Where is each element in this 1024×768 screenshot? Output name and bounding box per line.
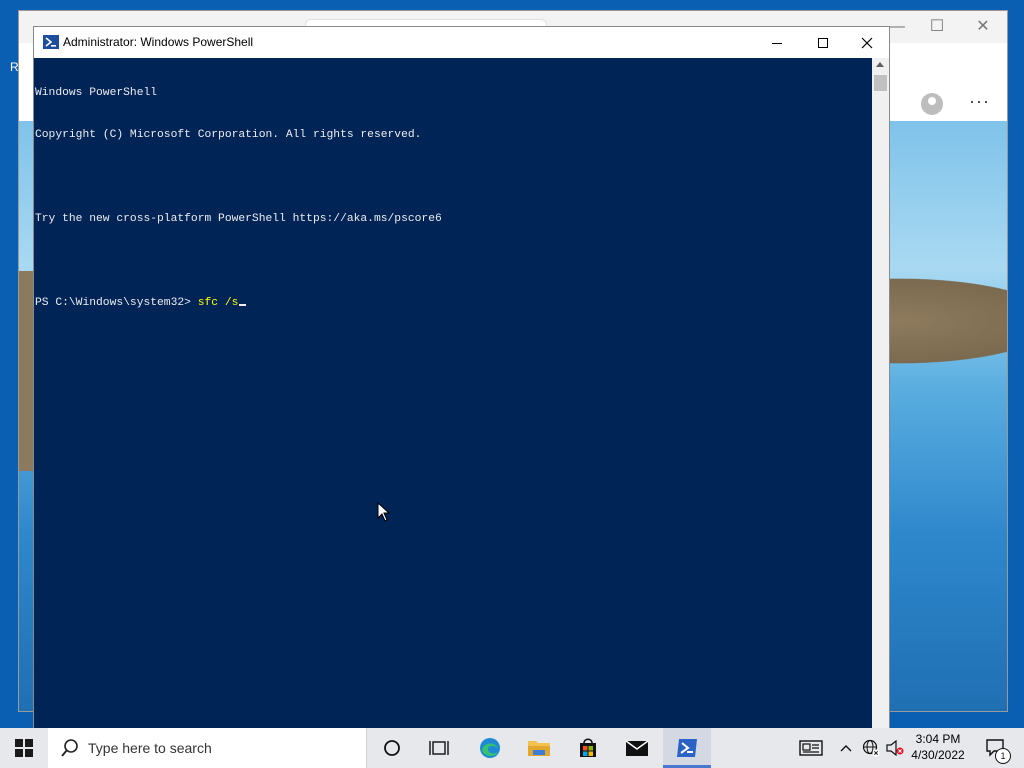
task-view-icon: [429, 741, 449, 755]
minimize-button[interactable]: [754, 27, 800, 58]
text-caret: [239, 304, 247, 306]
show-hidden-icons-button[interactable]: [836, 728, 856, 768]
action-center-button[interactable]: 1: [976, 728, 1016, 768]
windows-logo-icon: [15, 739, 33, 757]
close-icon: [861, 37, 873, 48]
powershell-titlebar[interactable]: Administrator: Windows PowerShell: [34, 27, 889, 58]
scroll-up-arrow-icon[interactable]: [876, 62, 884, 67]
more-options-button[interactable]: ···: [969, 91, 990, 112]
browser-minimize-button[interactable]: —: [887, 17, 907, 37]
window-title: Administrator: Windows PowerShell: [63, 35, 254, 49]
file-explorer-button[interactable]: [515, 728, 563, 768]
prompt-line[interactable]: PS C:\Windows\system32> sfc /s: [35, 296, 874, 310]
news-widget-button[interactable]: [794, 728, 828, 768]
edge-icon: [480, 738, 500, 758]
browser-close-button[interactable]: ✕: [973, 17, 993, 37]
scrollbar-thumb[interactable]: [874, 75, 887, 91]
powershell-window[interactable]: Administrator: Windows PowerShell Window…: [33, 26, 890, 736]
console-line: Try the new cross-platform PowerShell ht…: [35, 213, 442, 225]
clock[interactable]: 3:04 PM 4/30/2022: [906, 731, 970, 763]
microsoft-store-button[interactable]: [564, 728, 612, 768]
store-bag-icon: [580, 738, 596, 757]
command-input[interactable]: sfc /s: [198, 297, 239, 309]
clock-time: 3:04 PM: [915, 732, 961, 746]
volume-button[interactable]: [884, 728, 906, 768]
taskbar: Type here to search 3:04 PM 4/30/2022 1: [0, 728, 1024, 768]
mail-envelope-icon: [625, 740, 649, 756]
profile-avatar-icon[interactable]: [921, 93, 943, 115]
news-icon: [799, 740, 823, 756]
taskbar-search-box[interactable]: Type here to search: [48, 728, 367, 768]
notification-count-badge: 1: [995, 748, 1011, 764]
prompt-text: PS C:\Windows\system32>: [35, 297, 198, 309]
cortana-button[interactable]: [369, 728, 415, 768]
console-line: Windows PowerShell: [35, 87, 158, 99]
console-output[interactable]: Windows PowerShell Copyright (C) Microso…: [34, 58, 874, 735]
chevron-up-icon: [840, 745, 852, 752]
network-status-button[interactable]: [860, 728, 882, 768]
vertical-scrollbar[interactable]: [872, 58, 889, 735]
close-button[interactable]: [844, 27, 890, 58]
powershell-taskbar-button[interactable]: [663, 728, 711, 768]
search-icon: [61, 739, 78, 757]
minimize-icon: [772, 42, 782, 44]
network-globe-icon: [862, 739, 880, 757]
clock-date: 4/30/2022: [911, 748, 965, 762]
powershell-icon: [43, 35, 59, 49]
maximize-button[interactable]: [800, 27, 846, 58]
edge-browser-button[interactable]: [466, 728, 514, 768]
mail-button[interactable]: [613, 728, 661, 768]
powershell-taskbar-icon: [677, 739, 697, 757]
volume-muted-icon: [886, 740, 904, 756]
console-line: Copyright (C) Microsoft Corporation. All…: [35, 129, 422, 141]
mouse-pointer-icon: [377, 502, 391, 522]
search-placeholder: Type here to search: [88, 740, 212, 756]
folder-icon: [528, 741, 550, 756]
start-button[interactable]: [0, 728, 48, 768]
task-view-button[interactable]: [416, 728, 462, 768]
cortana-circle-icon: [384, 740, 400, 756]
maximize-icon: [818, 37, 828, 48]
browser-maximize-button[interactable]: ☐: [927, 17, 947, 37]
